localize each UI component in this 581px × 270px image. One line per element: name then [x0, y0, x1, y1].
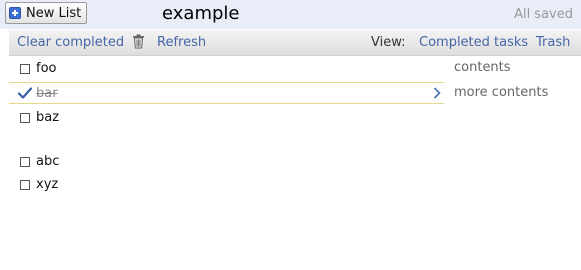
refresh-button[interactable]: Refresh	[157, 35, 206, 50]
task-checkbox[interactable]	[20, 157, 30, 167]
task-checkbox[interactable]	[20, 113, 30, 123]
plus-icon	[9, 7, 21, 19]
new-list-label: New List	[26, 5, 82, 21]
trash-icon[interactable]	[132, 34, 145, 49]
task-row[interactable]: baz	[14, 107, 444, 129]
chevron-right-icon[interactable]	[433, 87, 441, 99]
task-text[interactable]: baz	[36, 110, 59, 125]
list-header: New List example All saved	[0, 0, 581, 29]
completed-tasks-link[interactable]: Completed tasks	[419, 35, 528, 50]
task-row[interactable]: abc	[14, 151, 444, 173]
trash-link[interactable]: Trash	[536, 35, 570, 50]
task-text[interactable]: foo	[36, 61, 56, 76]
new-list-button[interactable]: New List	[5, 2, 88, 24]
task-row[interactable]: xyz	[14, 174, 444, 196]
task-checkbox[interactable]	[20, 180, 30, 190]
task-text[interactable]: xyz	[36, 177, 58, 192]
task-row-empty[interactable]	[14, 129, 444, 151]
task-row[interactable]: foo	[14, 58, 444, 80]
task-checkbox[interactable]	[20, 64, 30, 74]
checkmark-icon[interactable]	[18, 87, 32, 99]
view-label: View:	[371, 35, 406, 50]
clear-completed-button[interactable]: Clear completed	[17, 35, 124, 50]
save-status: All saved	[514, 7, 573, 22]
toolbar: Clear completed Refresh View: Completed …	[9, 30, 581, 56]
task-notes-line[interactable]: contents	[454, 60, 511, 75]
task-text[interactable]: bar	[36, 86, 58, 101]
task-text[interactable]: abc	[36, 154, 59, 169]
task-row-selected[interactable]: bar	[9, 82, 444, 104]
task-notes-line[interactable]: more contents	[454, 85, 548, 100]
list-title[interactable]: example	[162, 3, 239, 24]
